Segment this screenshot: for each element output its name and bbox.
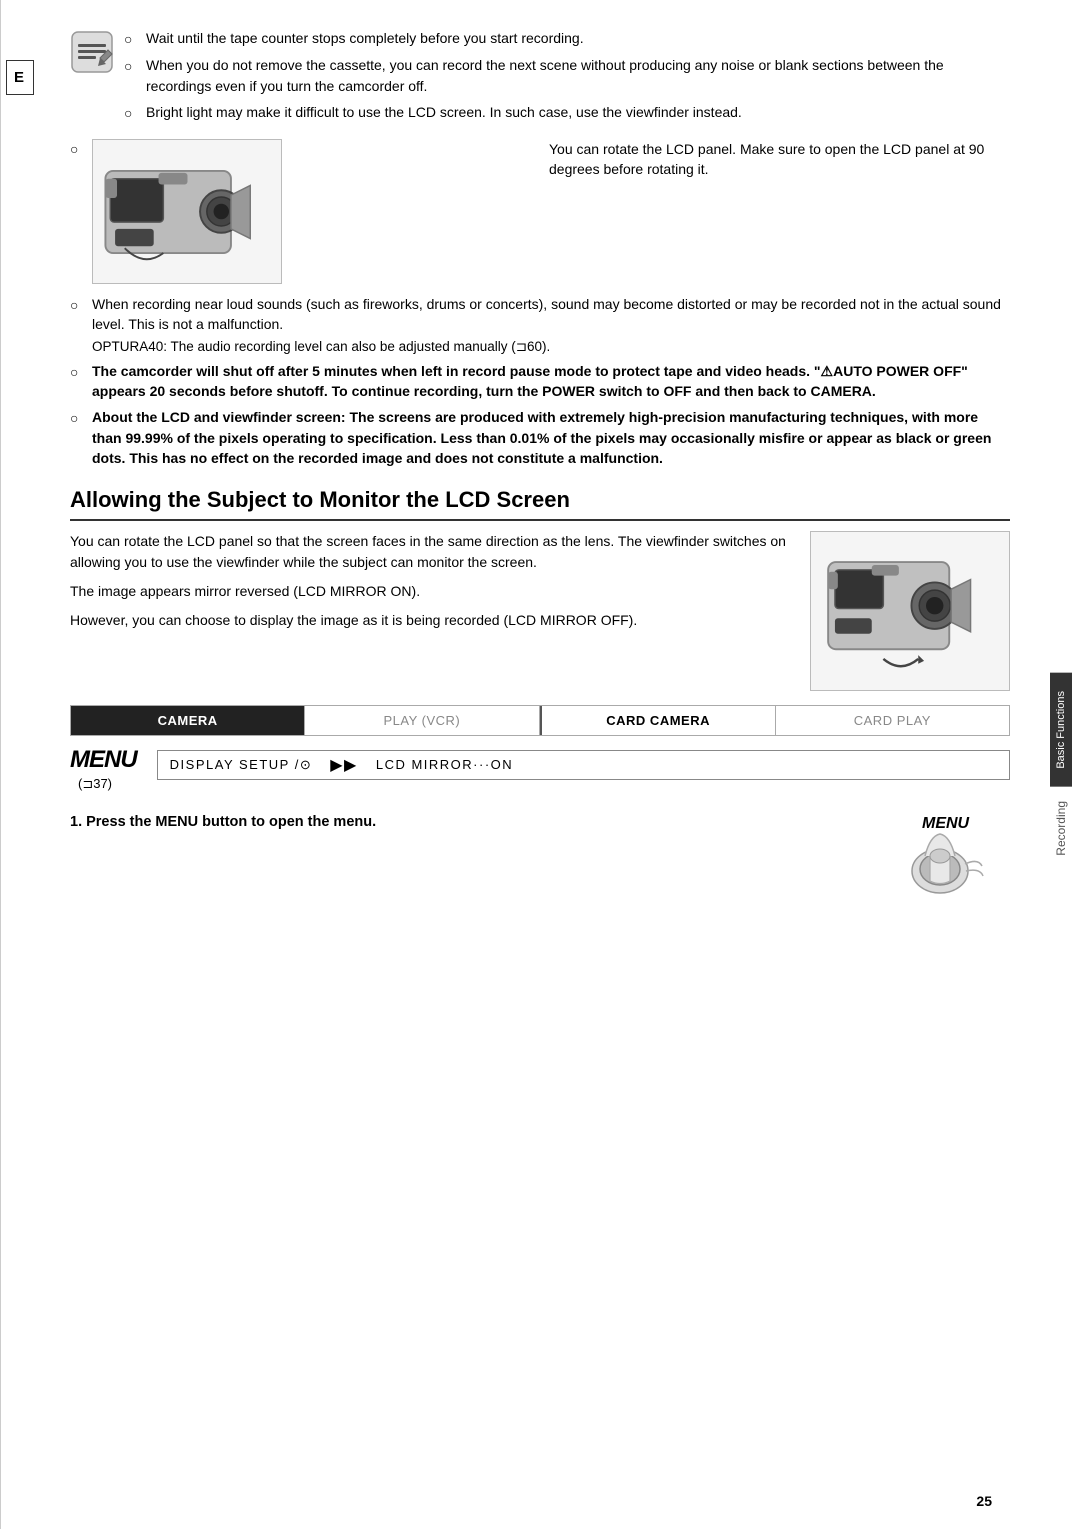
right-sidebar: Basic Functions Recording <box>1042 0 1080 1529</box>
subject-section: You can rotate the LCD panel so that the… <box>70 531 1010 691</box>
menu-display-arrow: ▶▶ <box>330 755 358 775</box>
bullet-circle-3: ○ <box>124 103 140 123</box>
subject-para-2: The image appears mirror reversed (LCD M… <box>70 581 790 602</box>
mode-camera: CAMERA <box>71 706 305 735</box>
page-number: 25 <box>976 1493 992 1509</box>
sidebar-labels: Basic Functions Recording <box>1050 673 1072 855</box>
bullet-text-4: When recording near loud sounds (such as… <box>92 294 1010 335</box>
note-icon <box>70 30 114 74</box>
bullet-item-2: ○ When you do not remove the cassette, y… <box>124 55 1010 96</box>
menu-logo: MENU <box>70 746 137 774</box>
mode-play-vcr: PLAY (VCR) <box>305 706 539 735</box>
bullet-text-3: Bright light may make it difficult to us… <box>146 102 1010 122</box>
camera-note-text: You can rotate the LCD panel. Make sure … <box>531 139 1010 180</box>
bullet-circle-1: ○ <box>124 29 140 49</box>
bullet-circle-4: ○ <box>70 295 86 315</box>
main-content: ○ Wait until the tape counter stops comp… <box>38 0 1042 1529</box>
top-bullets: ○ Wait until the tape counter stops comp… <box>124 28 1010 129</box>
mode-card-play: CARD PLAY <box>776 706 1009 735</box>
menu-logo-ref: MENU (⊐37) <box>70 746 147 792</box>
bullet-text-1: Wait until the tape counter stops comple… <box>146 28 1010 48</box>
sidebar-basic-label: Basic Functions <box>1055 691 1067 769</box>
bullet-item-4: ○ When recording near loud sounds (such … <box>70 294 1010 335</box>
press-menu-text: 1. Press the MENU button to open the men… <box>70 806 840 830</box>
menu-ref: (⊐37) <box>78 776 112 792</box>
subject-image-box <box>810 531 1010 691</box>
camera-section: ○ <box>70 139 1010 284</box>
menu-display-box: DISPLAY SETUP /⊙ ▶▶ LCD MIRROR···ON <box>157 750 1010 780</box>
page-wrapper: E ○ Wait until the tape counter stop <box>0 0 1080 1529</box>
bullet-text-2: When you do not remove the cassette, you… <box>146 55 1010 96</box>
top-note-icon-row: ○ Wait until the tape counter stops comp… <box>70 28 1010 129</box>
camera-image-box <box>92 139 282 284</box>
bold-bullet-circle-1: ○ <box>70 362 86 382</box>
sidebar-recording-label: Recording <box>1054 801 1068 856</box>
bullet-circle-2: ○ <box>124 56 140 76</box>
subject-para-1: You can rotate the LCD panel so that the… <box>70 531 790 573</box>
menu-icon-box: MENU <box>870 806 1010 916</box>
menu-display-right: LCD MIRROR···ON <box>376 757 513 772</box>
subject-text: You can rotate the LCD panel so that the… <box>70 531 790 631</box>
bullet-item-1: ○ Wait until the tape counter stops comp… <box>124 28 1010 49</box>
menu-display-left: DISPLAY SETUP /⊙ <box>170 757 313 773</box>
tab-e-label: E <box>6 60 34 95</box>
section-heading: Allowing the Subject to Monitor the LCD … <box>70 486 1010 521</box>
step1-text: 1. Press the MENU button to open the men… <box>70 814 840 830</box>
bold-bullet-2: ○ About the LCD and viewfinder screen: T… <box>70 407 1010 468</box>
bold-bullet-1: ○ The camcorder will shut off after 5 mi… <box>70 361 1010 402</box>
mode-card-camera: CARD CAMERA <box>542 706 776 735</box>
subject-para-3: However, you can choose to display the i… <box>70 610 790 631</box>
optura-note: OPTURA40: The audio recording level can … <box>92 339 1010 355</box>
press-menu-section: 1. Press the MENU button to open the men… <box>70 806 1010 916</box>
bold-bullet-text-2: About the LCD and viewfinder screen: The… <box>92 407 1010 468</box>
svg-text:MENU: MENU <box>922 815 970 832</box>
bold-bullet-text-1: The camcorder will shut off after 5 minu… <box>92 361 1010 402</box>
bullet-circle-cam: ○ <box>70 141 86 157</box>
bullet-item-3: ○ Bright light may make it difficult to … <box>124 102 1010 123</box>
mode-bar: CAMERA PLAY (VCR) CARD CAMERA CARD PLAY <box>70 705 1010 736</box>
sidebar-bar-basic: Basic Functions <box>1050 673 1072 787</box>
side-tab-e: E <box>0 0 38 1529</box>
menu-section: MENU (⊐37) DISPLAY SETUP /⊙ ▶▶ LCD MIRRO… <box>70 746 1010 792</box>
bold-bullet-circle-2: ○ <box>70 408 86 428</box>
